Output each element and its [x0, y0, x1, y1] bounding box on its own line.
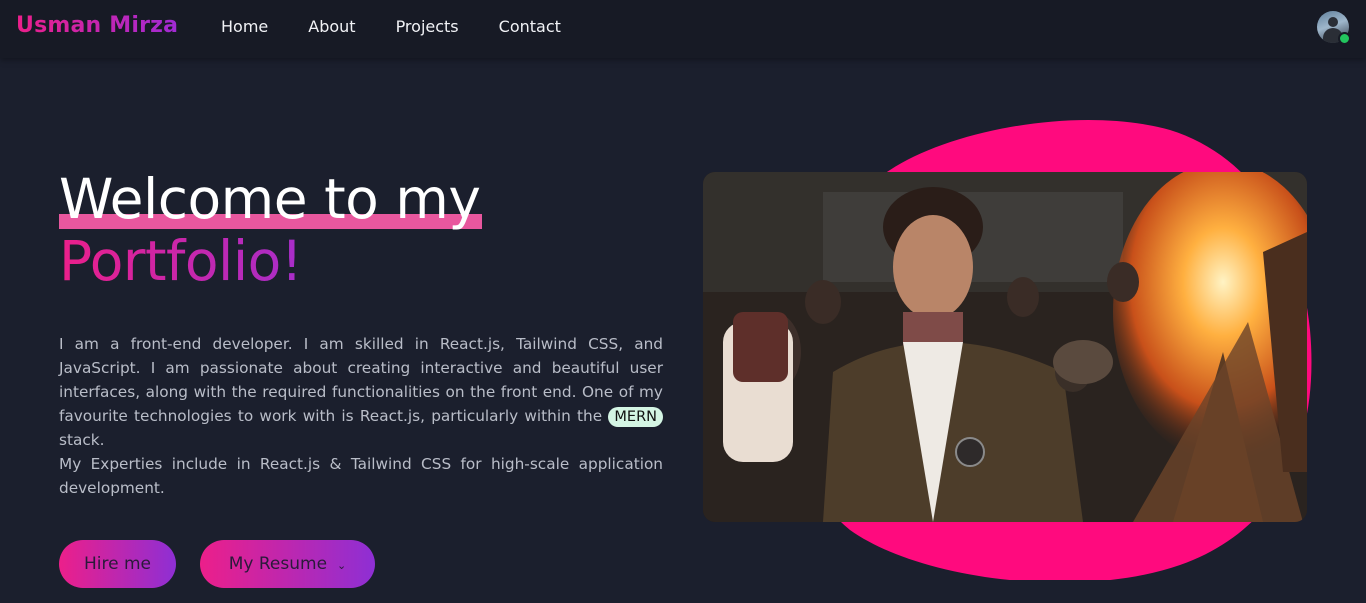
hero-title-line1: Welcome to my — [59, 167, 483, 231]
profile-photo — [703, 172, 1307, 522]
user-avatar[interactable] — [1317, 11, 1351, 45]
nav-home-link[interactable]: Home — [221, 17, 268, 36]
profile-photo-illustration — [703, 172, 1307, 522]
nav-contact-link[interactable]: Contact — [499, 17, 561, 36]
bio-paragraph-1: I am a front-end developer. I am skilled… — [59, 335, 663, 449]
brand-logo[interactable]: Usman Mirza — [16, 13, 178, 38]
navbar: Usman Mirza Home About Projects Contact — [0, 0, 1366, 58]
nav-about-link[interactable]: About — [308, 17, 355, 36]
bio-text: I am a front-end developer. I am skilled… — [59, 332, 663, 500]
bio-paragraph-2: My Experties include in React.js & Tailw… — [59, 455, 663, 497]
nav-links: Home About Projects Contact — [221, 17, 601, 36]
hero-title-line2: Portfolio! — [59, 232, 329, 290]
hero-title: Welcome to my Portfolio! — [59, 166, 483, 290]
hire-me-button[interactable]: Hire me — [59, 540, 176, 588]
my-resume-button[interactable]: My Resume ⌄ — [200, 540, 375, 588]
mern-badge: MERN — [608, 407, 663, 427]
online-status-dot — [1338, 32, 1351, 45]
chevron-down-icon: ⌄ — [337, 558, 347, 572]
nav-projects-link[interactable]: Projects — [396, 17, 459, 36]
